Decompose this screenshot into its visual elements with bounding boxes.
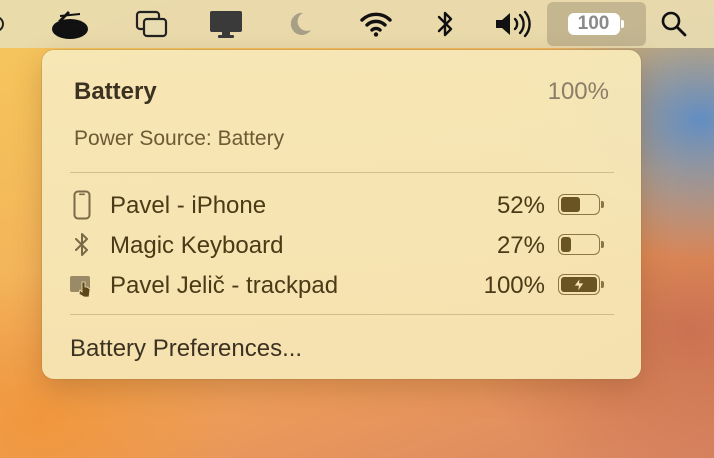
ufo-icon[interactable] xyxy=(48,0,92,48)
device-row-iphone: Pavel - iPhone 52% xyxy=(42,185,641,225)
battery-status-item[interactable]: 100 xyxy=(547,2,646,46)
device-percent: 52% xyxy=(496,192,545,219)
window-stack-icon[interactable] xyxy=(132,0,172,48)
display-icon[interactable] xyxy=(206,0,246,48)
device-battery-icon xyxy=(558,274,604,295)
iphone-icon xyxy=(68,189,96,221)
volume-icon[interactable] xyxy=(492,0,536,48)
device-name: Magic Keyboard xyxy=(110,232,284,259)
power-source-label: Power Source: Battery xyxy=(74,127,285,150)
battery-preferences-item[interactable]: Battery Preferences... xyxy=(70,335,302,363)
device-battery-icon xyxy=(558,194,604,215)
partial-status-icon[interactable] xyxy=(0,0,10,48)
wifi-icon[interactable] xyxy=(356,0,396,48)
menu-bar: 100 xyxy=(0,0,714,48)
divider xyxy=(70,172,614,173)
device-percent: 27% xyxy=(496,232,545,259)
battery-fill xyxy=(561,237,571,252)
divider xyxy=(70,314,614,315)
bluetooth-icon xyxy=(68,229,96,261)
trackpad-icon xyxy=(68,269,96,301)
charging-bolt-icon xyxy=(559,275,599,294)
battery-percent: 100% xyxy=(547,78,609,105)
menu-title: Battery xyxy=(74,78,157,105)
device-name: Pavel - iPhone xyxy=(110,192,267,219)
battery-menu: Battery 100% Power Source: Battery Pavel… xyxy=(42,50,641,379)
battery-fill xyxy=(561,197,580,212)
device-row-trackpad: Pavel Jelič - trackpad 100% xyxy=(42,265,641,305)
device-name: Pavel Jelič - trackpad xyxy=(110,272,339,299)
device-percent: 100% xyxy=(483,272,545,299)
battery-level-text: 100 xyxy=(567,13,620,35)
moon-icon[interactable] xyxy=(282,0,318,48)
device-row-keyboard: Magic Keyboard 27% xyxy=(42,225,641,265)
device-battery-icon xyxy=(558,234,604,255)
battery-icon: 100 xyxy=(567,12,626,36)
bluetooth-icon[interactable] xyxy=(430,0,460,48)
search-icon[interactable] xyxy=(658,0,690,48)
